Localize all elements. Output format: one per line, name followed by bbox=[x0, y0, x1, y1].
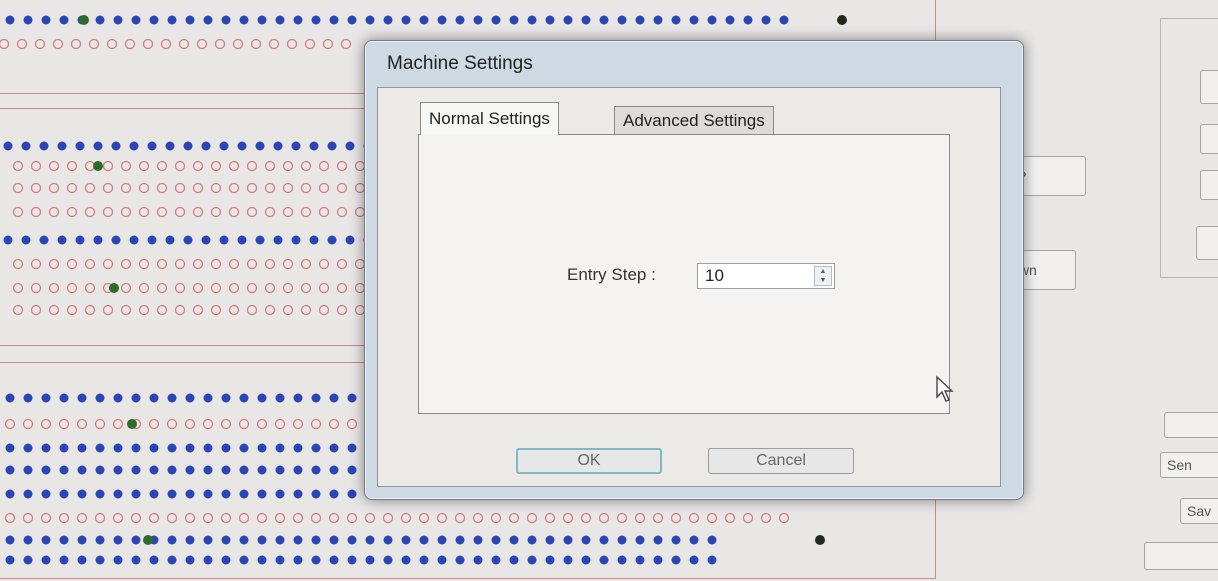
entry-step-label: Entry Step : bbox=[567, 265, 656, 284]
spin-buttons: ▲ ▼ bbox=[814, 266, 832, 286]
spinner-up-icon[interactable]: ▲ bbox=[815, 267, 831, 276]
dialog-title: Machine Settings bbox=[387, 53, 533, 74]
side-button-sav[interactable]: Sav bbox=[1180, 498, 1218, 524]
right-small-button-2[interactable] bbox=[1200, 124, 1218, 154]
right-small-button-3[interactable] bbox=[1200, 170, 1218, 200]
normal-settings-page: Entry Step : ▲ ▼ bbox=[418, 134, 954, 414]
side-button-sen-label: Sen bbox=[1167, 457, 1192, 473]
cancel-button[interactable]: Cancel bbox=[708, 448, 854, 474]
machine-settings-dialog: Machine Settings Advanced Settings Norma… bbox=[364, 40, 1024, 500]
ok-button[interactable]: OK bbox=[516, 448, 662, 474]
right-small-button-4[interactable] bbox=[1196, 226, 1218, 260]
right-small-button-6[interactable] bbox=[1144, 542, 1218, 570]
right-small-button-5[interactable] bbox=[1164, 412, 1218, 438]
cancel-button-label: Cancel bbox=[756, 452, 806, 469]
ok-button-label: OK bbox=[577, 452, 601, 469]
right-small-button-1[interactable] bbox=[1200, 70, 1218, 104]
side-button-sen[interactable]: Sen bbox=[1160, 452, 1218, 478]
side-button-sav-label: Sav bbox=[1187, 503, 1212, 519]
entry-step-spinner[interactable]: ▲ ▼ bbox=[697, 263, 835, 289]
tab-normal-settings-label: Normal Settings bbox=[429, 109, 550, 128]
cursor-arrow-icon bbox=[936, 375, 954, 402]
dialog-client-area: Advanced Settings Normal Settings Entry … bbox=[377, 87, 1001, 487]
tab-advanced-settings-label: Advanced Settings bbox=[623, 110, 765, 130]
spinner-down-icon[interactable]: ▼ bbox=[815, 276, 831, 285]
entry-step-input[interactable] bbox=[705, 266, 795, 286]
tab-advanced-settings[interactable]: Advanced Settings bbox=[614, 106, 774, 134]
tab-normal-settings[interactable]: Normal Settings bbox=[420, 102, 559, 135]
